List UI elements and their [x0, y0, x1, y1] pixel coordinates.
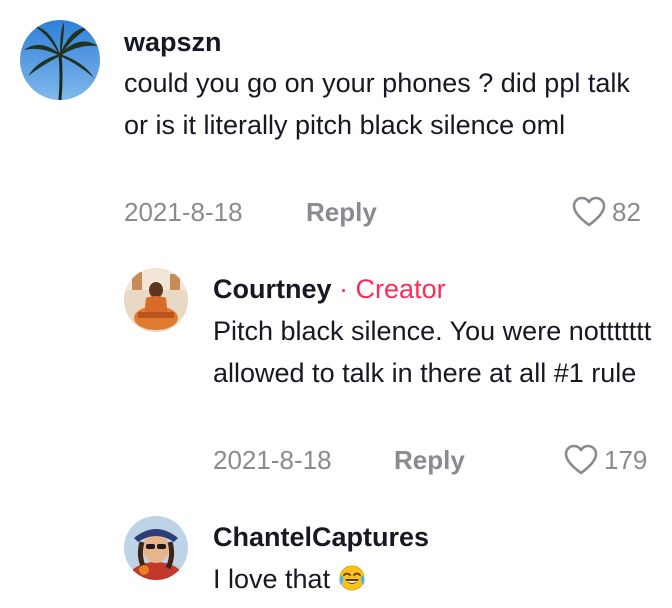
- comment-text: could you go on your phones ? did ppl ta…: [124, 68, 630, 140]
- avatar[interactable]: [20, 20, 100, 100]
- avatar[interactable]: [124, 516, 188, 580]
- username[interactable]: ChantelCaptures: [213, 521, 429, 553]
- reply-button[interactable]: Reply: [306, 197, 377, 227]
- separator: ·: [339, 274, 349, 304]
- creator-badge: Creator: [355, 274, 446, 304]
- like-button[interactable]: 82: [572, 196, 641, 228]
- reply-item: ChantelCaptures I love that: [0, 500, 672, 608]
- heart-icon: [572, 196, 606, 227]
- creator-avatar-icon: [124, 268, 188, 332]
- comment-date: 2021-8-18: [124, 197, 243, 227]
- like-count: 179: [604, 445, 648, 475]
- reply-item: Courtney · Creator Pitch black silence. …: [0, 250, 672, 490]
- heart-icon: [564, 444, 598, 475]
- comment-text: I love that: [213, 558, 658, 600]
- username[interactable]: Courtney · Creator: [213, 273, 446, 305]
- comment-date: 2021-8-18: [213, 445, 332, 475]
- like-count: 82: [612, 197, 641, 227]
- user-avatar-icon: [124, 516, 188, 580]
- comment-text-content: I love that: [213, 564, 331, 594]
- username-text[interactable]: Courtney: [213, 274, 332, 304]
- username[interactable]: wapszn: [124, 26, 222, 58]
- laughing-tears-emoji-icon: [339, 565, 365, 591]
- comment-text: Pitch black silence. You were nottttttt …: [213, 316, 652, 388]
- comment-item: wapszn could you go on your phones ? did…: [0, 0, 672, 240]
- reply-button[interactable]: Reply: [394, 445, 465, 475]
- palm-tree-icon: [20, 20, 100, 100]
- like-button[interactable]: 179: [564, 444, 647, 476]
- avatar[interactable]: [124, 268, 188, 332]
